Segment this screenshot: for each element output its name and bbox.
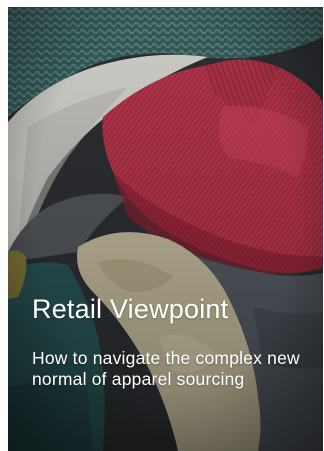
retail-viewpoint-card[interactable]: Retail Viewpoint How to navigate the com… <box>8 7 323 451</box>
card-title[interactable]: Retail Viewpoint <box>32 292 307 326</box>
card-description: How to navigate the complex new normal o… <box>32 348 300 389</box>
card-text: Retail Viewpoint How to navigate the com… <box>32 292 307 390</box>
